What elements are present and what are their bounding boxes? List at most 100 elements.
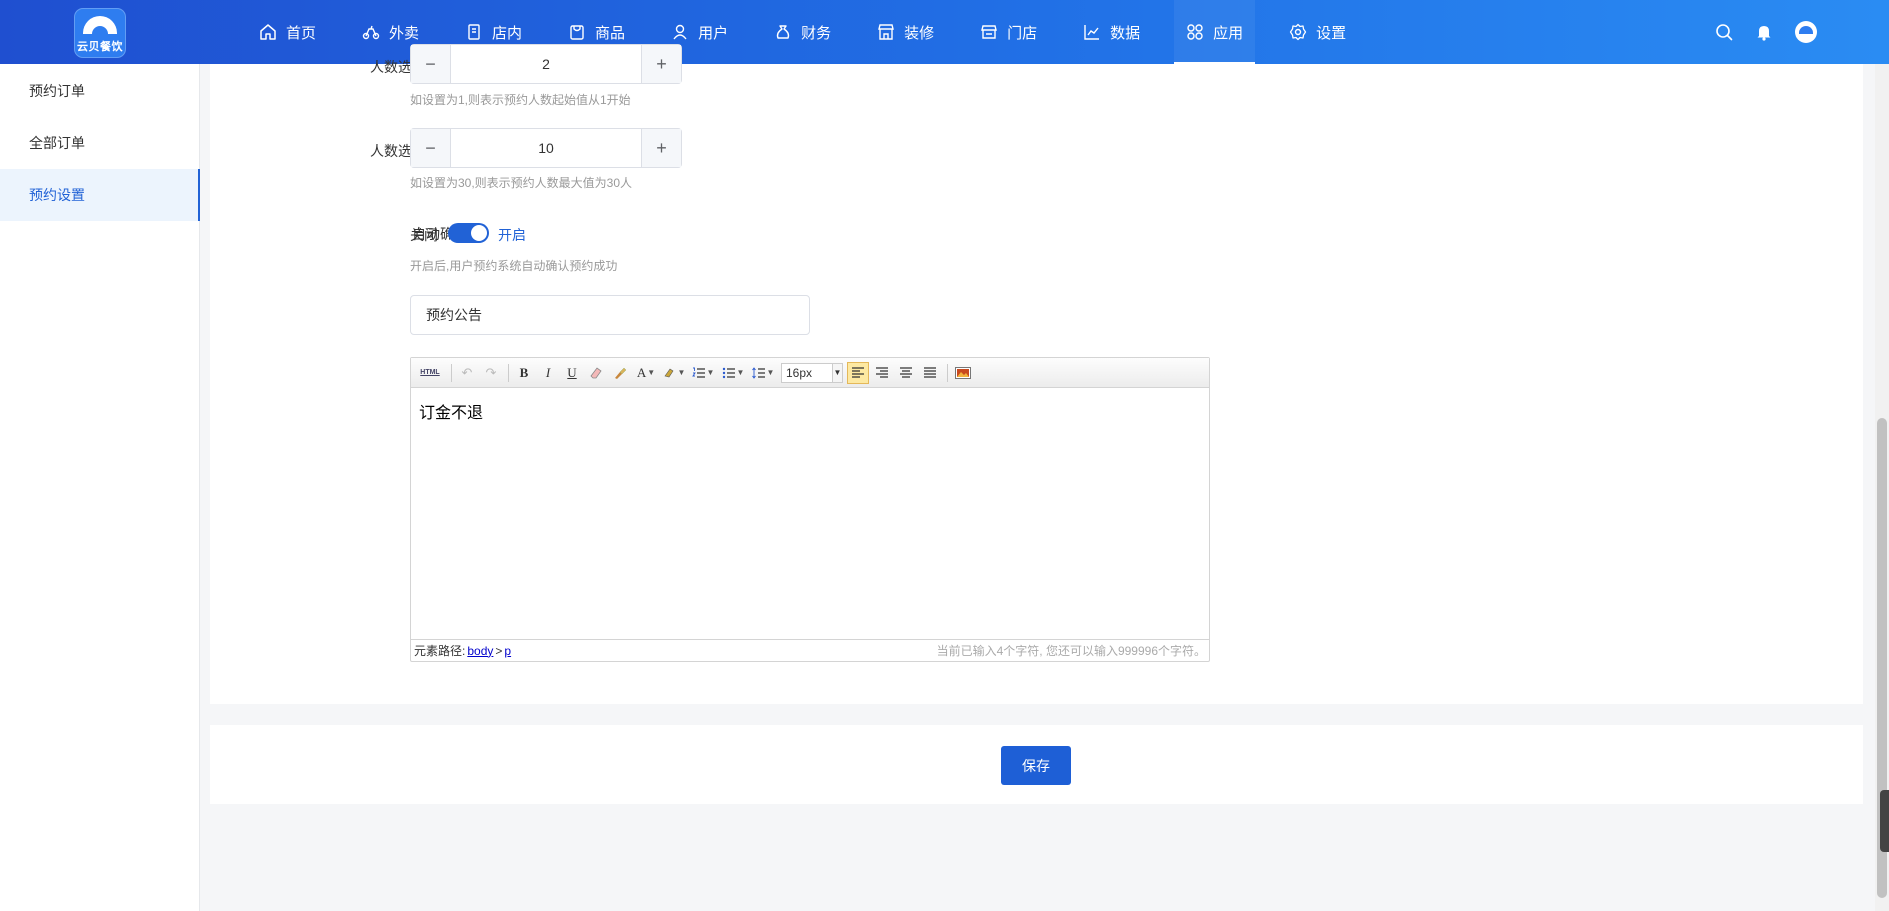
nav-item-data[interactable]: 数据 xyxy=(1071,0,1152,64)
align-justify-button[interactable] xyxy=(919,362,941,384)
nav-item-label: 外卖 xyxy=(389,24,420,42)
highlight-icon xyxy=(664,368,673,377)
insert-image-button[interactable] xyxy=(952,362,974,384)
minus-button[interactable]: − xyxy=(411,45,451,83)
chart-icon xyxy=(1084,25,1100,40)
font-color-label: A xyxy=(636,364,647,380)
html-source-button[interactable]: HTML xyxy=(415,362,445,384)
home-icon xyxy=(260,24,276,40)
toolbar-divider xyxy=(508,363,509,382)
top-navigation-bar: 云贝餐饮 首页 外卖 店内 商品 用户 财务 装修 门店 数据 应用 设置 xyxy=(0,0,1889,64)
gear-icon xyxy=(1290,23,1307,41)
editor-status-bar: 元素路径: body > p 当前已输入4个字符, 您还可以输入999996个字… xyxy=(411,639,1209,661)
chevron-down-icon: ▼ xyxy=(766,368,775,377)
font-size-select[interactable]: 16px ▼ xyxy=(781,362,843,383)
bullet-list-button[interactable]: ▼ xyxy=(719,362,747,384)
editor-toolbar: HTML ↶ ↷ B I U A ▼ ▼ ▼ ▼ ▼ 16px ▼ xyxy=(411,358,1209,388)
plus-button[interactable]: + xyxy=(641,45,681,83)
search-icon[interactable] xyxy=(1715,23,1733,41)
path-p-link[interactable]: p xyxy=(504,644,511,658)
sidebar: 预约订单 全部订单 预约设置 xyxy=(0,64,200,911)
switch-on-text: 开启 xyxy=(498,227,526,243)
bold-label: B xyxy=(519,364,529,380)
ordered-list-button[interactable]: ▼ xyxy=(689,362,717,384)
plus-button[interactable]: + xyxy=(641,129,681,167)
line-height-icon xyxy=(751,366,765,379)
nav-item-settings[interactable]: 设置 xyxy=(1277,0,1358,64)
char-count: 当前已输入4个字符, 您还可以输入999996个字符。 xyxy=(936,644,1206,658)
redo-icon[interactable]: ↷ xyxy=(480,362,502,384)
floating-side-tab[interactable] xyxy=(1880,790,1889,852)
align-right-button[interactable] xyxy=(871,362,893,384)
editor-content-area[interactable]: 订金不退 xyxy=(411,389,1209,638)
max-people-stepper: − 10 + xyxy=(410,128,682,168)
sidebar-item-all-orders[interactable]: 全部订单 xyxy=(0,117,199,169)
sidebar-item-reservation-orders[interactable]: 预约订单 xyxy=(0,65,199,117)
format-painter-icon[interactable] xyxy=(609,362,631,384)
ordered-list-icon xyxy=(691,367,705,378)
nav-item-label: 首页 xyxy=(286,24,317,42)
avatar[interactable] xyxy=(1795,21,1817,43)
path-body-link[interactable]: body xyxy=(467,644,493,658)
underline-button[interactable]: U xyxy=(561,362,583,384)
nav-item-finance[interactable]: 财务 xyxy=(762,0,843,64)
line-height-button[interactable]: ▼ xyxy=(749,362,777,384)
logo-text: 云贝餐饮 xyxy=(77,41,123,53)
font-color-button[interactable]: A ▼ xyxy=(633,362,659,384)
minus-button[interactable]: − xyxy=(411,129,451,167)
toolbar-divider xyxy=(451,363,452,382)
nav-item-label: 用户 xyxy=(698,24,729,42)
chevron-down-icon: ▼ xyxy=(677,368,686,377)
undo-icon[interactable]: ↶ xyxy=(456,362,478,384)
chevron-down-icon: ▼ xyxy=(832,363,842,382)
nav-item-apps[interactable]: 应用 xyxy=(1174,0,1256,64)
italic-label: I xyxy=(545,364,551,380)
dine-in-icon xyxy=(468,24,480,40)
decoration-icon xyxy=(878,24,894,40)
align-center-button[interactable] xyxy=(895,362,917,384)
min-people-value[interactable]: 2 xyxy=(451,45,641,83)
nav-item-label: 数据 xyxy=(1110,24,1141,42)
eraser-icon[interactable] xyxy=(585,362,607,384)
align-left-icon xyxy=(852,367,864,378)
nav-item-label: 装修 xyxy=(904,24,935,42)
delivery-icon xyxy=(362,25,380,40)
goods-icon xyxy=(570,25,584,40)
finance-icon xyxy=(776,25,790,39)
element-path-label: 元素路径: xyxy=(414,644,466,658)
nav-item-store[interactable]: 门店 xyxy=(968,0,1049,64)
auto-confirm-toggle[interactable] xyxy=(448,223,489,243)
italic-button[interactable]: I xyxy=(537,362,559,384)
html-source-label: HTML xyxy=(420,369,440,376)
min-people-stepper: − 2 + xyxy=(410,44,682,84)
chevron-down-icon: ▼ xyxy=(706,368,715,377)
min-people-hint: 如设置为1,则表示预约人数起始值从1开始 xyxy=(410,93,631,107)
nav-item-decoration[interactable]: 装修 xyxy=(865,0,946,64)
bold-button[interactable]: B xyxy=(513,362,535,384)
align-left-button[interactable] xyxy=(847,361,869,384)
align-right-icon xyxy=(876,367,888,378)
page-scrollbar[interactable] xyxy=(1875,64,1889,911)
align-justify-icon xyxy=(924,367,936,378)
toolbar-divider xyxy=(947,363,948,382)
chevron-down-icon: ▼ xyxy=(736,368,745,377)
logo-dome-icon xyxy=(83,16,117,34)
align-center-icon xyxy=(900,367,912,378)
bell-icon[interactable] xyxy=(1755,23,1773,41)
notice-input[interactable] xyxy=(410,295,810,335)
nav-item-label: 财务 xyxy=(801,24,832,42)
font-size-value: 16px xyxy=(786,365,813,380)
brand-logo[interactable]: 云贝餐饮 xyxy=(74,8,126,58)
toggle-knob xyxy=(471,225,487,241)
sidebar-item-reservation-settings[interactable]: 预约设置 xyxy=(0,169,200,221)
top-actions xyxy=(1693,0,1817,64)
auto-confirm-label: 自动确认 xyxy=(412,226,468,242)
store-icon xyxy=(981,25,998,39)
highlight-color-button[interactable]: ▼ xyxy=(661,362,687,384)
image-icon xyxy=(955,366,971,379)
nav-item-home[interactable]: 首页 xyxy=(247,0,328,64)
max-people-value[interactable]: 10 xyxy=(451,129,641,167)
nav-item-label: 商品 xyxy=(595,24,626,42)
nav-item-label: 店内 xyxy=(492,24,523,42)
save-button[interactable]: 保存 xyxy=(1001,746,1071,785)
